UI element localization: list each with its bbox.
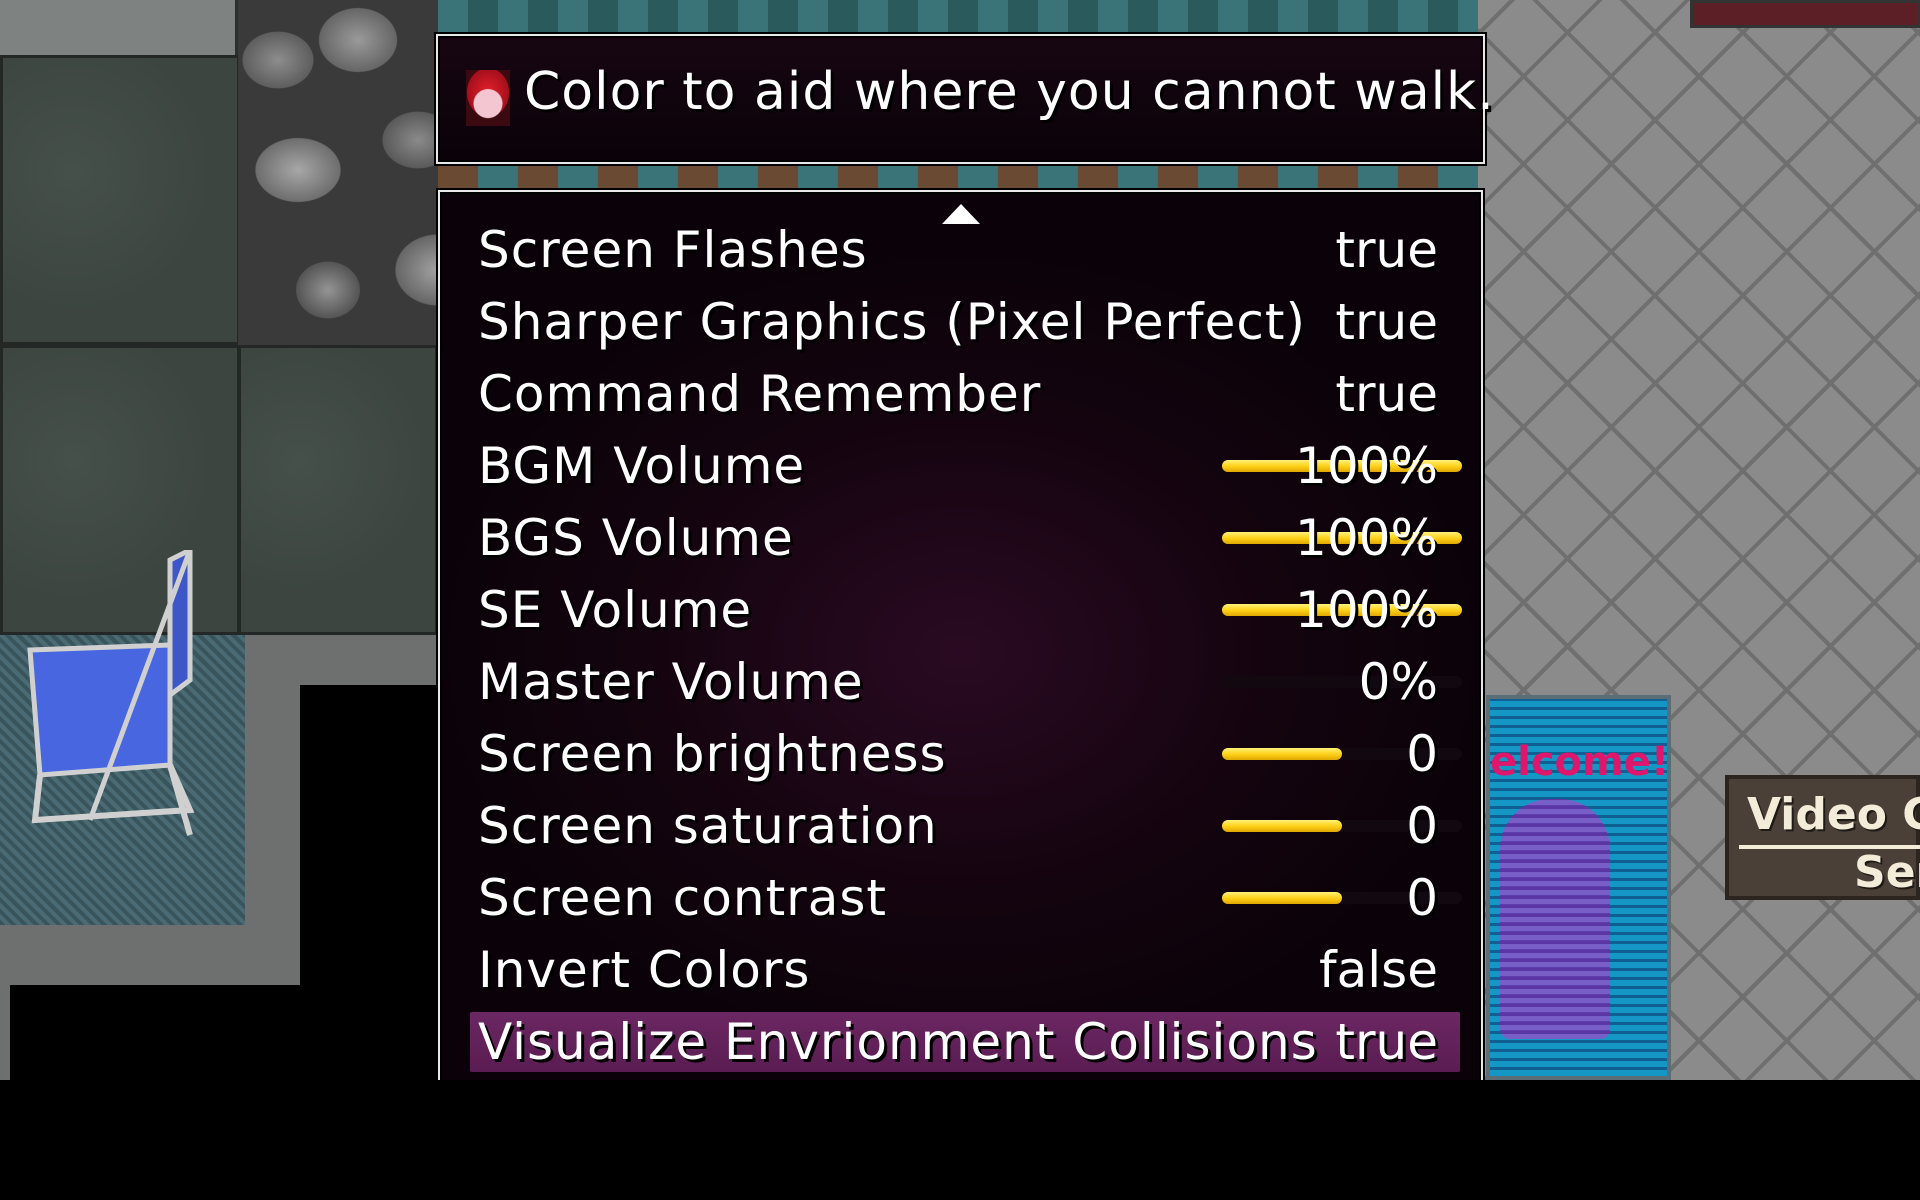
option-value: true [1335,1013,1438,1071]
option-command-remember[interactable]: Command Remember true [470,364,1460,424]
option-label: Command Remember [478,365,1042,423]
option-gauge-fill [1222,820,1342,832]
option-label: Sharper Graphics (Pixel Perfect) [478,293,1306,351]
tiled-strip [438,0,1478,34]
option-se-volume[interactable]: SE Volume 100% [470,580,1462,640]
void-area [300,685,438,985]
option-value: false [1319,941,1438,999]
option-value: 0 [1406,797,1438,855]
option-value: 100% [1295,437,1438,495]
poster-figure [1500,799,1610,1039]
option-value: 0 [1406,725,1438,783]
folding-chair [27,550,195,836]
option-label: Screen Flashes [478,221,868,279]
option-value: 0 [1406,869,1438,927]
option-master-volume[interactable]: Master Volume 0% [470,652,1462,712]
welcome-poster: elcome! [1486,695,1671,1080]
sign-line-1: Video G [1747,789,1920,840]
help-window: Color to aid where you cannot walk. [436,34,1494,164]
letterbox-bar [0,1080,1920,1200]
option-label: Screen brightness [478,725,947,783]
option-label: BGM Volume [478,437,806,495]
option-label: SE Volume [478,581,753,639]
option-gauge-fill [1222,892,1342,904]
option-screen-brightness[interactable]: Screen brightness 0 [470,724,1462,784]
option-label: Screen saturation [478,797,938,855]
option-value: true [1335,365,1438,423]
void-area [0,985,448,1080]
help-text: Color to aid where you cannot walk. [524,62,1495,122]
options-window: Screen Flashes true Sharper Graphics (Pixe… [438,190,1483,1115]
option-label: Master Volume [478,653,864,711]
option-value: 0% [1358,653,1438,711]
walkway [0,925,300,985]
option-invert-colors[interactable]: Invert Colors false [470,940,1460,1000]
tiled-strip [438,164,1478,190]
option-gauge-fill [1222,748,1342,760]
option-screen-saturation[interactable]: Screen saturation 0 [470,796,1462,856]
option-value: true [1335,221,1438,279]
option-label: Invert Colors [478,941,811,999]
option-sharper-graphics-pixel-perfect[interactable]: Sharper Graphics (Pixel Perfect) true [470,292,1460,352]
sign-line-2: Ser [1854,847,1920,898]
walkway [245,635,438,685]
option-screen-contrast[interactable]: Screen contrast 0 [470,868,1462,928]
video-game-sign: Video G Ser [1725,775,1920,900]
option-visualize-envrionment-collisions[interactable]: Visualize Envrionment Collisions true [470,1012,1460,1072]
poster-title: elcome! [1490,739,1667,785]
option-label: Visualize Envrionment Collisions [478,1013,1318,1071]
option-bgm-volume[interactable]: BGM Volume 100% [470,436,1462,496]
option-screen-flashes[interactable]: Screen Flashes true [470,220,1460,280]
option-label: Screen contrast [478,869,888,927]
red-banner [1690,0,1920,28]
floor-tile [238,345,438,635]
option-bgs-volume[interactable]: BGS Volume 100% [470,508,1462,568]
option-value: 100% [1295,509,1438,567]
floor-tile [0,55,240,345]
option-value: true [1335,293,1438,351]
rock-pile [238,0,438,345]
character-portrait-icon [466,70,510,126]
option-label: BGS Volume [478,509,794,567]
option-value: 100% [1295,581,1438,639]
wall-segment [0,0,235,59]
